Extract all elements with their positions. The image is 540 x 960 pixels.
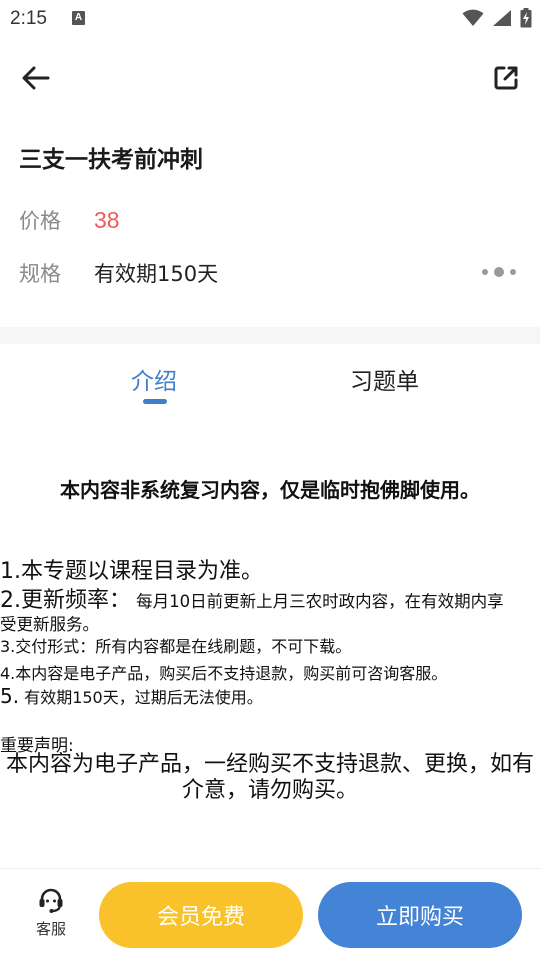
back-button[interactable] (18, 60, 54, 96)
buy-now-button[interactable]: 立即购买 (318, 882, 522, 948)
content-item-2-text: 每月10日前更新上月三农时政内容，在有效期内享 (136, 592, 504, 611)
content-item-4: 4.本内容是电子产品，购买后不支持退款，购买前可咨询客服。 (0, 664, 448, 683)
spec-label: 规格 (19, 262, 61, 286)
battery-icon (520, 8, 532, 28)
notification-icon: A (72, 11, 85, 25)
tab-exercise-list[interactable]: 习题单 (350, 362, 419, 396)
content-item-3: 3.交付形式：所有内容都是在线刷题，不可下载。 (0, 637, 352, 656)
spec-value: 有效期150天 (94, 262, 219, 286)
signal-icon (493, 10, 511, 26)
status-icons (462, 7, 532, 29)
notice-text: 本内容为电子产品，一经购买不支持退款、更换，如有介意，请勿购买。 (5, 752, 534, 803)
content-item-5: 5. 有效期150天，过期后无法使用。 (0, 684, 263, 708)
more-options-icon[interactable] (482, 262, 516, 282)
spec-row[interactable]: 规格 有效期150天 (19, 258, 218, 288)
customer-service-label: 客服 (35, 920, 66, 938)
wifi-icon (462, 9, 484, 26)
open-external-icon (494, 66, 518, 90)
content-item-2: 2.更新频率： 每月10日前更新上月三农时政内容，在有效期内享 (0, 582, 504, 614)
content-item-5-text: 有效期150天，过期后无法使用。 (24, 688, 263, 707)
content-item-2-cont: 受更新服务。 (0, 615, 99, 634)
arrow-left-icon (22, 66, 50, 90)
headset-icon (39, 888, 63, 913)
status-bar: 2:15 A (0, 0, 540, 38)
tab-intro[interactable]: 介绍 (131, 362, 177, 396)
section-divider (0, 327, 540, 344)
customer-service-button[interactable]: 客服 (26, 886, 76, 946)
price-value: 38 (94, 206, 120, 233)
member-free-button[interactable]: 会员免费 (99, 882, 303, 948)
product-title: 三支一扶考前冲刺 (19, 147, 203, 173)
bottom-divider (0, 868, 540, 869)
content-item-1: 1.本专题以课程目录为准。 (0, 559, 263, 584)
content-item-5-prefix: 5. (0, 684, 20, 708)
status-time: 2:15 (10, 8, 47, 29)
price-label: 价格 (19, 209, 61, 233)
price-row: 价格 38 (19, 205, 120, 235)
content-item-2-prefix: 2.更新频率： (0, 588, 131, 613)
tab-indicator (143, 399, 167, 404)
share-button[interactable] (488, 60, 524, 96)
content-heading: 本内容非系统复习内容，仅是临时抱佛脚使用。 (60, 478, 480, 502)
